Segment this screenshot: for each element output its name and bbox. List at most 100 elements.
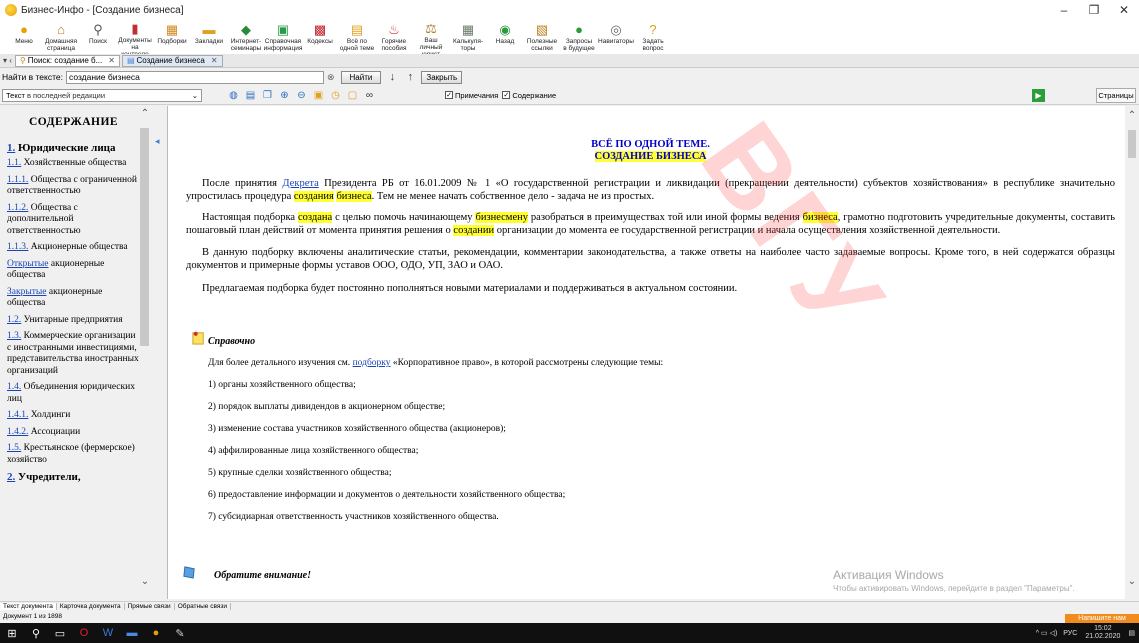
print-icon[interactable]: ▤ bbox=[243, 88, 258, 102]
toolbar-button-useful-links[interactable]: ▧ Полезные ссылки bbox=[524, 20, 560, 54]
scroll-down-icon[interactable]: ⌄ bbox=[138, 576, 152, 587]
windows-start-icon[interactable]: ⊞ bbox=[0, 623, 24, 643]
toolbar-button-ask-question[interactable]: ? Задать вопрос bbox=[635, 20, 671, 54]
close-find-button[interactable]: Закрыть bbox=[421, 70, 463, 84]
toolbar-button-one-topic[interactable]: ▤ Всё по одной теме bbox=[339, 20, 375, 54]
toolbar-button-hot-guides[interactable]: ♨ Горячие пособия bbox=[376, 20, 412, 54]
scroll-up-icon[interactable]: ⌃ bbox=[138, 108, 152, 119]
contents-item[interactable]: 1.4.1. Холдинги bbox=[7, 410, 140, 422]
toolbar-button-bookmarks[interactable]: ▬ Закладки bbox=[191, 20, 227, 54]
contents-checkbox[interactable]: ✓ Содержание bbox=[502, 91, 556, 100]
toolbar-button-navigators[interactable]: ◎ Навигаторы bbox=[598, 20, 634, 54]
input-language[interactable]: РУС bbox=[1063, 630, 1077, 637]
toolbar-button-calculator[interactable]: ▦ Калькуля- торы bbox=[450, 20, 486, 54]
word-icon[interactable]: W bbox=[96, 623, 120, 643]
toolbar-button-webinars[interactable]: ◆ Интернет- семинары bbox=[228, 20, 264, 54]
toolbar-button-home[interactable]: ⌂ Домашняя страница bbox=[43, 20, 79, 54]
clear-search-icon[interactable]: ⊗ bbox=[327, 72, 335, 83]
write-us-button[interactable]: Напишите нам bbox=[1065, 614, 1139, 623]
note-icon[interactable]: ▢ bbox=[345, 88, 360, 102]
business-info-app-icon[interactable]: ● bbox=[144, 623, 168, 643]
scrollbar-thumb[interactable] bbox=[140, 128, 149, 346]
contents-item[interactable]: 1.1.3. Акционерные общества bbox=[7, 242, 140, 254]
find-prev-up-icon[interactable]: ↑ bbox=[403, 71, 417, 84]
close-window-button[interactable]: ✕ bbox=[1109, 0, 1139, 20]
tab-label: Поиск: создание б... bbox=[27, 56, 103, 65]
zoom-in-icon[interactable]: ⊕ bbox=[277, 88, 292, 102]
contents-item[interactable]: 1.1.2. Общества с дополнительной ответст… bbox=[7, 203, 140, 238]
app-logo-icon bbox=[5, 4, 17, 16]
notes-label: Примечания bbox=[455, 90, 499, 100]
copy-icon[interactable]: ❐ bbox=[260, 88, 275, 102]
toolbar-button-lawyer[interactable]: ⚖Ваш личный юрист bbox=[413, 20, 449, 58]
contents-item[interactable]: 1.4.2. Ассоциации bbox=[7, 427, 140, 439]
decree-link[interactable]: Декрета bbox=[282, 178, 318, 189]
contents-item[interactable]: 1.1. Хозяйственные общества bbox=[7, 158, 140, 170]
tab-search-results[interactable]: ⚲ Поиск: создание б... ✕ bbox=[14, 54, 120, 67]
contents-section[interactable]: 2. Учредители, bbox=[7, 471, 140, 483]
document-counter: Документ 1 из 1898 bbox=[3, 612, 62, 620]
collection-link[interactable]: подборку bbox=[353, 358, 391, 368]
contents-item[interactable]: 1.2. Унитарные предприятия bbox=[7, 315, 140, 327]
binoculars-icon[interactable]: ∞ bbox=[362, 88, 377, 102]
maximize-button[interactable]: ❐ bbox=[1079, 0, 1109, 20]
tab-direct-links[interactable]: Прямые связи bbox=[125, 603, 175, 610]
window-icon[interactable]: ▣ bbox=[311, 88, 326, 102]
task-view-icon[interactable]: ▭ bbox=[48, 623, 72, 643]
find-next-down-icon[interactable]: ↓ bbox=[385, 71, 399, 84]
note-topic: 4) аффилированные лица хозяйственного об… bbox=[208, 446, 419, 456]
toolbar-button-reference[interactable]: ▣ Справочная информация bbox=[264, 20, 303, 54]
paint-icon[interactable]: ✎ bbox=[168, 623, 192, 643]
contents-item[interactable]: Открытые акционерные общества bbox=[7, 259, 140, 282]
find-in-text-input[interactable] bbox=[65, 70, 324, 84]
home-icon: ⌂ bbox=[57, 22, 65, 37]
tab-nav-arrows[interactable]: ▾ ‹ bbox=[0, 56, 15, 65]
contents-item[interactable]: Закрытые акционерные общества bbox=[7, 287, 140, 310]
close-tab-icon[interactable]: ✕ bbox=[211, 56, 218, 65]
tab-document-card[interactable]: Карточка документа bbox=[57, 603, 125, 610]
search-icon[interactable]: ⚲ bbox=[24, 623, 48, 643]
clock-icon[interactable]: ◷ bbox=[328, 88, 343, 102]
note-topic: 2) порядок выплаты дивидендов в акционер… bbox=[208, 402, 446, 412]
clock[interactable]: 15:02 21.02.2020 bbox=[1085, 625, 1120, 641]
toolbar-button-future-requests[interactable]: ● Запросы в будущее bbox=[561, 20, 597, 54]
notifications-icon[interactable]: ▤ bbox=[1128, 629, 1135, 637]
tab-document-text[interactable]: Текст документа bbox=[0, 603, 57, 610]
tab-current-document[interactable]: ▤ Создание бизнеса ✕ bbox=[121, 54, 223, 67]
contents-section[interactable]: 1. Юридические лица bbox=[7, 142, 140, 154]
toolbar-button-back[interactable]: ◉ Назад bbox=[487, 20, 523, 54]
edition-select[interactable]: Текст в последней редакции ⌄ bbox=[2, 88, 202, 102]
close-tab-icon[interactable]: ✕ bbox=[108, 56, 115, 65]
minimize-button[interactable]: – bbox=[1049, 0, 1079, 20]
opera-icon[interactable]: O bbox=[72, 623, 96, 643]
toolbar-button-menu[interactable]: ● Меню bbox=[6, 20, 42, 54]
globe-icon[interactable]: ◍ bbox=[226, 88, 241, 102]
scrollbar-thumb[interactable] bbox=[1128, 130, 1136, 158]
document-pane: ВСЁ ПО ОДНОЙ ТЕМЕ. СОЗДАНИЕ БИЗНЕСА Посл… bbox=[167, 106, 1139, 599]
toolbar-button-collections[interactable]: ▦ Подборки bbox=[154, 20, 190, 54]
tab-reverse-links[interactable]: Обратные связи bbox=[175, 603, 231, 610]
scroll-up-icon[interactable]: ⌃ bbox=[1125, 110, 1139, 121]
document-title: ВСЁ ПО ОДНОЙ ТЕМЕ. bbox=[591, 139, 710, 150]
toolbar-button-search[interactable]: ⚲ Поиск bbox=[80, 20, 116, 54]
zoom-out-icon[interactable]: ⊖ bbox=[294, 88, 309, 102]
tray-icons[interactable]: ^ ▭ ◁) bbox=[1036, 629, 1058, 637]
collapse-sidebar-icon[interactable]: ◂ bbox=[155, 136, 160, 147]
contents-item[interactable]: 1.4. Объединения юридических лиц bbox=[7, 382, 140, 405]
document-scrollbar[interactable]: ⌃ ⌄ bbox=[1125, 106, 1139, 599]
export-icon[interactable]: ▶ bbox=[1032, 89, 1045, 102]
contents-item[interactable]: 1.5. Крестьянское (фермерское) хозяйство bbox=[7, 443, 140, 466]
notes-checkbox[interactable]: ✓ Примечания bbox=[445, 91, 498, 100]
document-text: ВСЁ ПО ОДНОЙ ТЕМЕ. СОЗДАНИЕ БИЗНЕСА Посл… bbox=[168, 106, 1123, 523]
contents-item[interactable]: 1.3. Коммерческие организации с иностран… bbox=[7, 331, 140, 377]
tab-label: Создание бизнеса bbox=[136, 56, 205, 65]
scroll-down-icon[interactable]: ⌄ bbox=[1125, 576, 1139, 587]
file-explorer-icon[interactable]: ▬ bbox=[120, 623, 144, 643]
toolbar-button-codes[interactable]: ▩ Кодексы bbox=[302, 20, 338, 54]
pages-button[interactable]: Страницы bbox=[1096, 88, 1136, 103]
sidebar-scrollbar[interactable]: ⌃ ⌄ bbox=[138, 106, 152, 599]
toolbar-button-documents-control[interactable]: ▮Документы на контроле bbox=[117, 20, 153, 58]
find-button[interactable]: Найти bbox=[340, 70, 382, 84]
activation-hint: Чтобы активировать Windows, перейдите в … bbox=[833, 584, 1075, 593]
contents-item[interactable]: 1.1.1. Общества с ограниченной ответстве… bbox=[7, 175, 140, 198]
